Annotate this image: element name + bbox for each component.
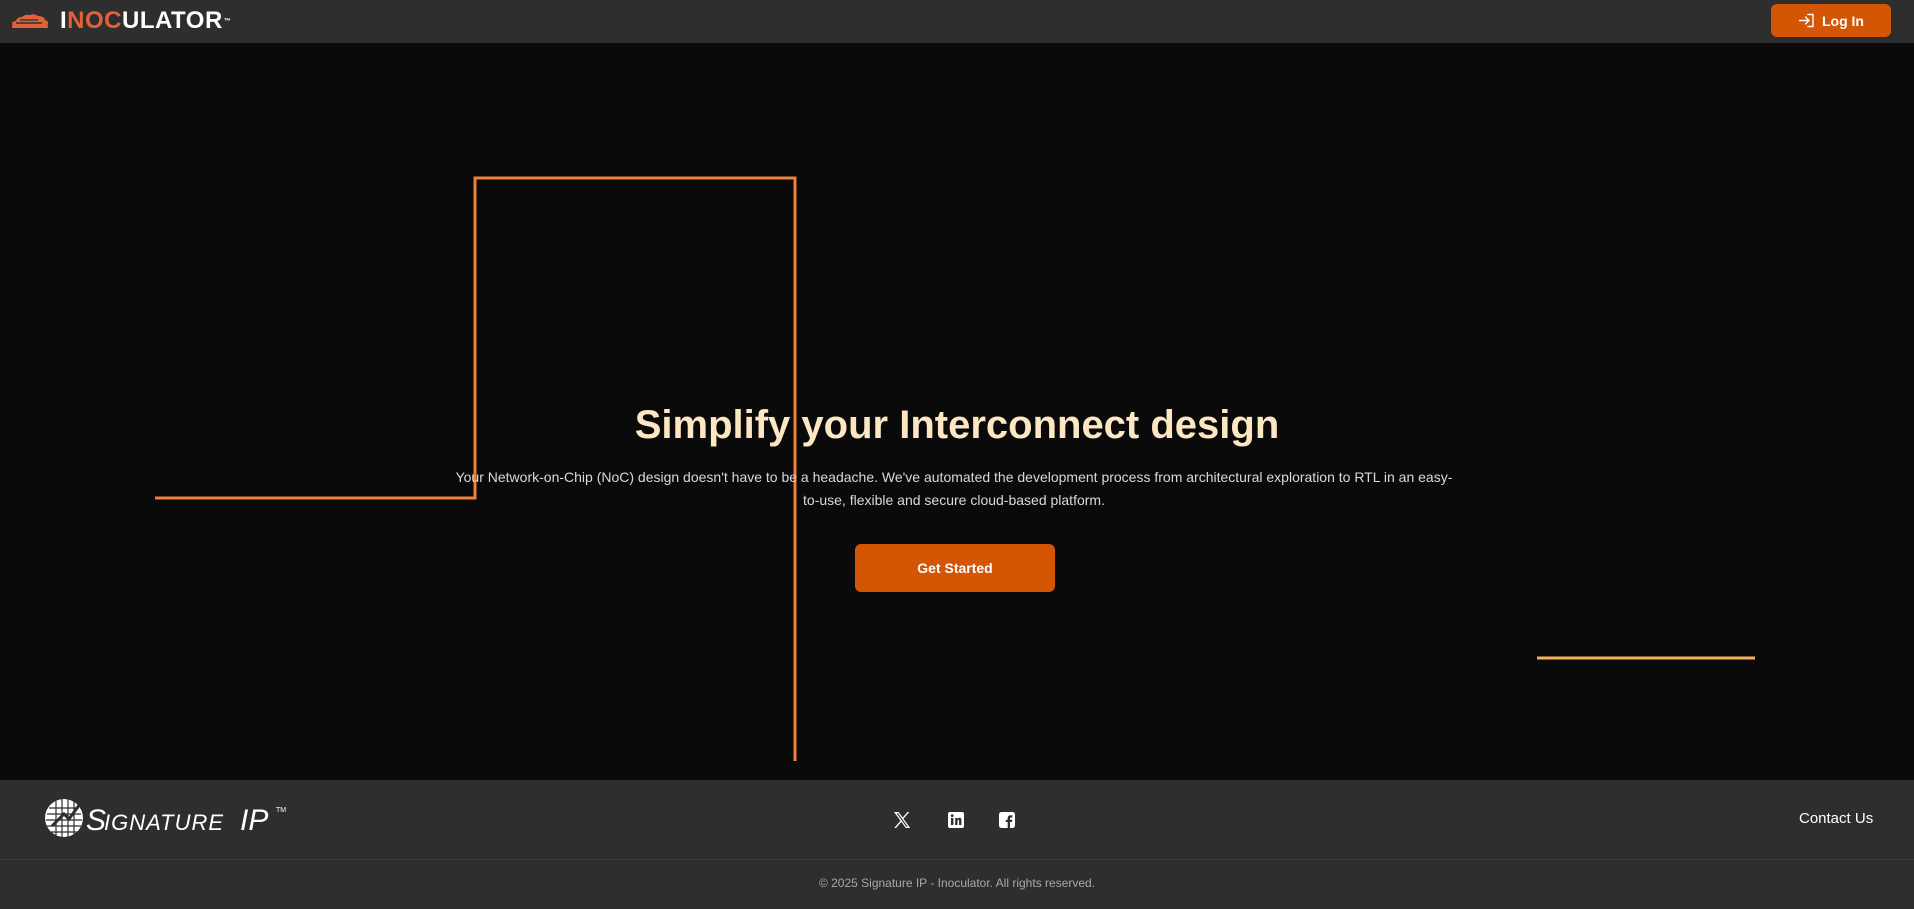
footer: S IGNATURE IP TM Contact Us © 2025 Signa…	[0, 780, 1914, 909]
inoculator-logo[interactable]: INOCULATOR™	[10, 9, 231, 33]
facebook-icon[interactable]	[997, 810, 1017, 830]
copyright-text: © 2025 Signature IP - Inoculator. All ri…	[818, 876, 1096, 890]
linkedin-icon[interactable]	[946, 810, 966, 830]
get-started-label: Get Started	[917, 560, 993, 576]
hero-title: Simplify your Interconnect design	[634, 403, 1280, 447]
login-button[interactable]: Log In	[1771, 4, 1891, 37]
svg-text:IGNATURE: IGNATURE	[104, 810, 224, 835]
signature-ip-logo-image: S IGNATURE IP TM	[45, 799, 286, 837]
svg-text:TM: TM	[276, 807, 286, 814]
brand-suffix: ULATOR	[122, 7, 223, 34]
signature-ip-logo[interactable]: S IGNATURE IP TM	[44, 796, 294, 845]
contact-us-link[interactable]: Contact Us	[1799, 810, 1873, 827]
footer-top: S IGNATURE IP TM Contact Us	[0, 780, 1914, 860]
brand-name: INOCULATOR™	[60, 9, 231, 33]
cloud-logo-icon	[12, 14, 49, 28]
brand-accent: NOC	[67, 7, 123, 34]
hero-section: Simplify your Interconnect design Your N…	[0, 43, 1914, 780]
login-icon	[1798, 13, 1814, 28]
top-navbar: INOCULATOR™ Log In	[0, 0, 1914, 43]
login-label: Log In	[1822, 12, 1864, 29]
get-started-button[interactable]: Get Started	[855, 544, 1055, 592]
hero-subtitle: Your Network-on-Chip (NoC) design doesn'…	[455, 469, 1453, 508]
x-icon[interactable]	[892, 810, 912, 830]
svg-text:IP: IP	[240, 804, 268, 837]
brand-trademark: ™	[223, 18, 232, 25]
